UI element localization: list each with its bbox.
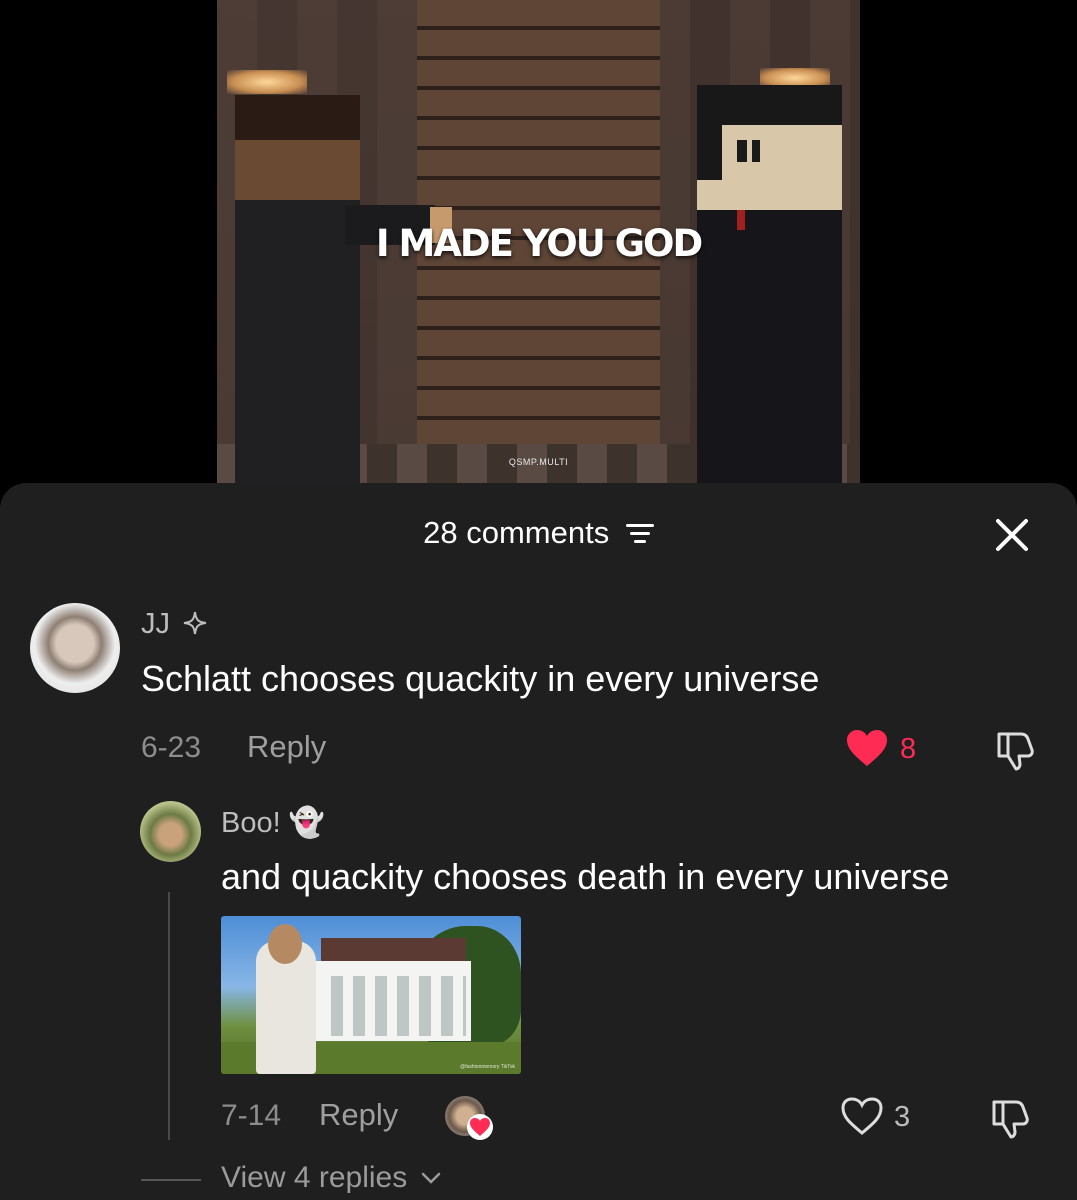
close-icon[interactable] xyxy=(992,515,1032,555)
video-watermark: QSMP.MULTI xyxy=(508,457,569,467)
like-heart-outline-icon[interactable] xyxy=(840,1096,884,1136)
reply-text: and quackity chooses death in every univ… xyxy=(221,856,950,897)
comments-header: 28 comments xyxy=(0,515,1077,551)
lamp-left xyxy=(227,70,307,94)
view-replies-divider xyxy=(141,1179,201,1181)
comments-count: 28 comments xyxy=(423,515,610,550)
reply-like-count: 3 xyxy=(894,1101,911,1133)
dislike-icon[interactable] xyxy=(995,728,1037,772)
like-count: 8 xyxy=(900,733,917,765)
image-watermark: @fashionmemory TikTok xyxy=(460,1064,515,1070)
reply-image[interactable]: @fashionmemory TikTok xyxy=(221,916,521,1074)
character-right xyxy=(697,85,842,484)
comments-panel: 28 comments JJ Schlatt chooses quackity … xyxy=(0,483,1077,1200)
filter-icon[interactable] xyxy=(625,522,654,544)
character-left xyxy=(235,95,452,484)
sparkle-icon xyxy=(183,611,207,635)
reply-username[interactable]: Boo! 👻 xyxy=(221,806,325,840)
avatar[interactable] xyxy=(30,603,120,693)
reply-date: 7-14 xyxy=(221,1099,282,1132)
reply-button[interactable]: Reply xyxy=(247,729,326,765)
chevron-down-icon xyxy=(421,1172,440,1184)
reply-dislike-icon[interactable] xyxy=(990,1096,1032,1140)
video-caption: I MADE YOU GOD xyxy=(375,222,703,265)
like-heart-icon[interactable] xyxy=(845,728,889,768)
video-player[interactable]: I MADE YOU GOD QSMP.MULTI xyxy=(217,0,860,484)
comment-text: Schlatt chooses quackity in every univer… xyxy=(141,658,820,699)
creator-heart-icon xyxy=(467,1114,493,1140)
comment-date: 6-23 xyxy=(141,731,202,764)
thread-line xyxy=(168,892,170,1140)
view-replies-button[interactable]: View 4 replies xyxy=(221,1161,442,1195)
comment-username[interactable]: JJ xyxy=(141,608,208,641)
reply-reply-button[interactable]: Reply xyxy=(319,1097,398,1133)
reply-avatar[interactable] xyxy=(140,801,201,862)
